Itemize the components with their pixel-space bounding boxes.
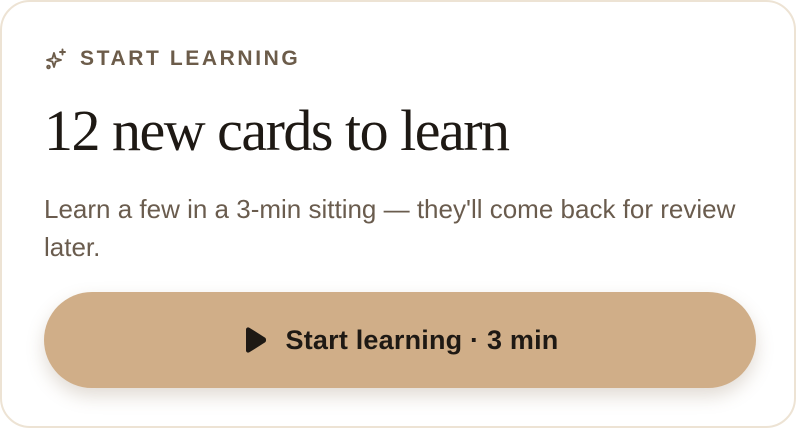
play-icon — [242, 326, 268, 354]
card-subtitle: Learn a few in a 3-min sitting — they'll… — [44, 194, 736, 262]
start-learning-label: Start learning · 3 min — [285, 324, 559, 355]
start-learning-button[interactable]: Start learning · 3 min — [44, 292, 756, 388]
start-learning-card: START LEARNING 12 new cards to learn Lea… — [0, 0, 796, 428]
card-title: 12 new cards to learn — [44, 98, 510, 163]
sparkles-icon — [44, 47, 68, 71]
card-eyebrow: START LEARNING — [44, 46, 300, 72]
eyebrow-label: START LEARNING — [80, 47, 301, 70]
